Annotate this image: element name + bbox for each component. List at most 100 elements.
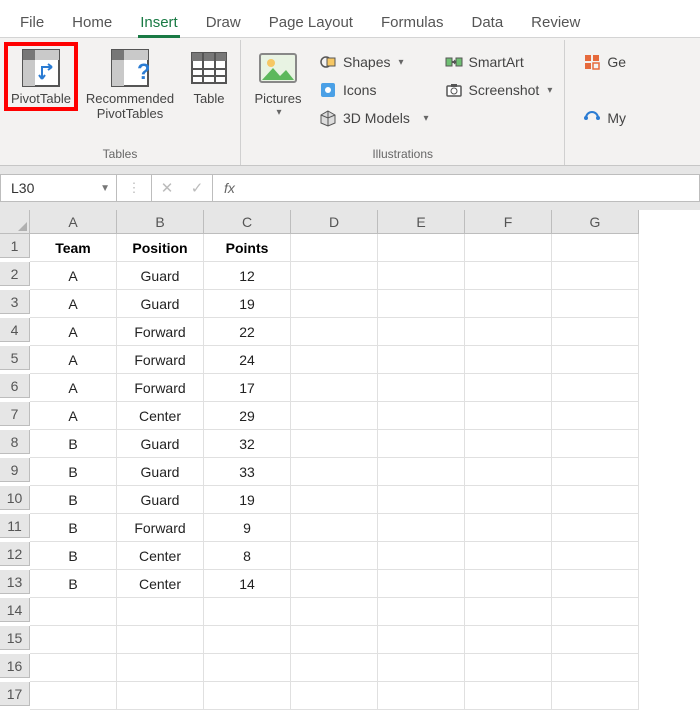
row-header[interactable]: 16 (0, 654, 30, 678)
row-header[interactable]: 17 (0, 682, 30, 706)
cell[interactable]: Center (117, 542, 204, 570)
cell[interactable] (204, 626, 291, 654)
cell[interactable]: A (30, 374, 117, 402)
cell[interactable] (552, 458, 639, 486)
cell[interactable] (552, 374, 639, 402)
get-addins-button[interactable]: Ge (577, 48, 632, 76)
cell[interactable] (465, 514, 552, 542)
cell[interactable]: Guard (117, 430, 204, 458)
row-header[interactable]: 14 (0, 598, 30, 622)
cell[interactable] (204, 654, 291, 682)
col-header-A[interactable]: A (30, 210, 117, 234)
cell[interactable] (291, 430, 378, 458)
cell[interactable] (552, 682, 639, 710)
cell[interactable] (465, 458, 552, 486)
cell[interactable]: A (30, 262, 117, 290)
cell[interactable]: 33 (204, 458, 291, 486)
cell[interactable]: Forward (117, 346, 204, 374)
cell[interactable] (378, 542, 465, 570)
tab-home[interactable]: Home (58, 6, 126, 37)
pictures-button[interactable]: Pictures ▾ (247, 44, 309, 120)
cell[interactable] (291, 262, 378, 290)
col-header-E[interactable]: E (378, 210, 465, 234)
cell[interactable]: A (30, 290, 117, 318)
cell[interactable] (291, 458, 378, 486)
row-header[interactable]: 15 (0, 626, 30, 650)
cell[interactable] (378, 626, 465, 654)
cell[interactable] (552, 402, 639, 430)
cell[interactable]: B (30, 514, 117, 542)
cell[interactable]: B (30, 458, 117, 486)
cell[interactable] (378, 346, 465, 374)
cell[interactable]: A (30, 346, 117, 374)
cell[interactable] (291, 598, 378, 626)
cell[interactable] (291, 234, 378, 262)
cell[interactable] (465, 542, 552, 570)
cell[interactable] (465, 430, 552, 458)
pivottable-button[interactable]: PivotTable (6, 44, 76, 109)
cell[interactable]: A (30, 318, 117, 346)
cell[interactable]: Guard (117, 262, 204, 290)
cell[interactable] (117, 598, 204, 626)
cell[interactable] (552, 542, 639, 570)
cell[interactable] (465, 486, 552, 514)
cell[interactable] (291, 290, 378, 318)
row-header[interactable]: 6 (0, 374, 30, 398)
cell[interactable] (378, 458, 465, 486)
cell[interactable]: 17 (204, 374, 291, 402)
cell[interactable] (465, 682, 552, 710)
cell[interactable] (465, 402, 552, 430)
cell[interactable] (465, 598, 552, 626)
cell[interactable]: 9 (204, 514, 291, 542)
cell[interactable] (378, 430, 465, 458)
cell[interactable]: B (30, 570, 117, 598)
cell[interactable] (552, 430, 639, 458)
row-header[interactable]: 9 (0, 458, 30, 482)
cell[interactable]: 8 (204, 542, 291, 570)
cell[interactable] (378, 654, 465, 682)
cell[interactable]: 12 (204, 262, 291, 290)
cell-C1[interactable]: Points (204, 234, 291, 262)
cell[interactable] (291, 514, 378, 542)
cell[interactable] (552, 654, 639, 682)
cell[interactable] (117, 626, 204, 654)
cell[interactable] (465, 346, 552, 374)
cell[interactable] (465, 318, 552, 346)
cell[interactable] (465, 374, 552, 402)
cell[interactable] (291, 346, 378, 374)
col-header-D[interactable]: D (291, 210, 378, 234)
cell[interactable] (291, 626, 378, 654)
shapes-button[interactable]: Shapes ▾ (313, 48, 435, 76)
row-header[interactable]: 4 (0, 318, 30, 342)
row-header[interactable]: 8 (0, 430, 30, 454)
cell[interactable] (117, 654, 204, 682)
cell[interactable]: B (30, 542, 117, 570)
cell[interactable] (378, 290, 465, 318)
cell[interactable]: Guard (117, 290, 204, 318)
cell[interactable] (465, 290, 552, 318)
row-header[interactable]: 11 (0, 514, 30, 538)
cell[interactable]: 19 (204, 486, 291, 514)
cell[interactable]: 14 (204, 570, 291, 598)
cell[interactable] (378, 402, 465, 430)
row-header[interactable]: 7 (0, 402, 30, 426)
tab-formulas[interactable]: Formulas (367, 6, 458, 37)
fx-label[interactable]: fx (212, 174, 246, 202)
cell[interactable]: Forward (117, 514, 204, 542)
cell[interactable] (552, 262, 639, 290)
cell[interactable] (204, 682, 291, 710)
cell[interactable] (117, 682, 204, 710)
col-header-G[interactable]: G (552, 210, 639, 234)
tab-file[interactable]: File (6, 6, 58, 37)
cell[interactable]: Forward (117, 374, 204, 402)
cell[interactable] (552, 290, 639, 318)
cell[interactable]: B (30, 486, 117, 514)
tab-insert[interactable]: Insert (126, 6, 192, 37)
formula-input[interactable] (246, 174, 700, 202)
select-all-corner[interactable] (0, 210, 30, 234)
cell[interactable]: 24 (204, 346, 291, 374)
cell[interactable]: 22 (204, 318, 291, 346)
tab-review[interactable]: Review (517, 6, 594, 37)
icons-button[interactable]: Icons (313, 76, 435, 104)
cell[interactable] (378, 234, 465, 262)
